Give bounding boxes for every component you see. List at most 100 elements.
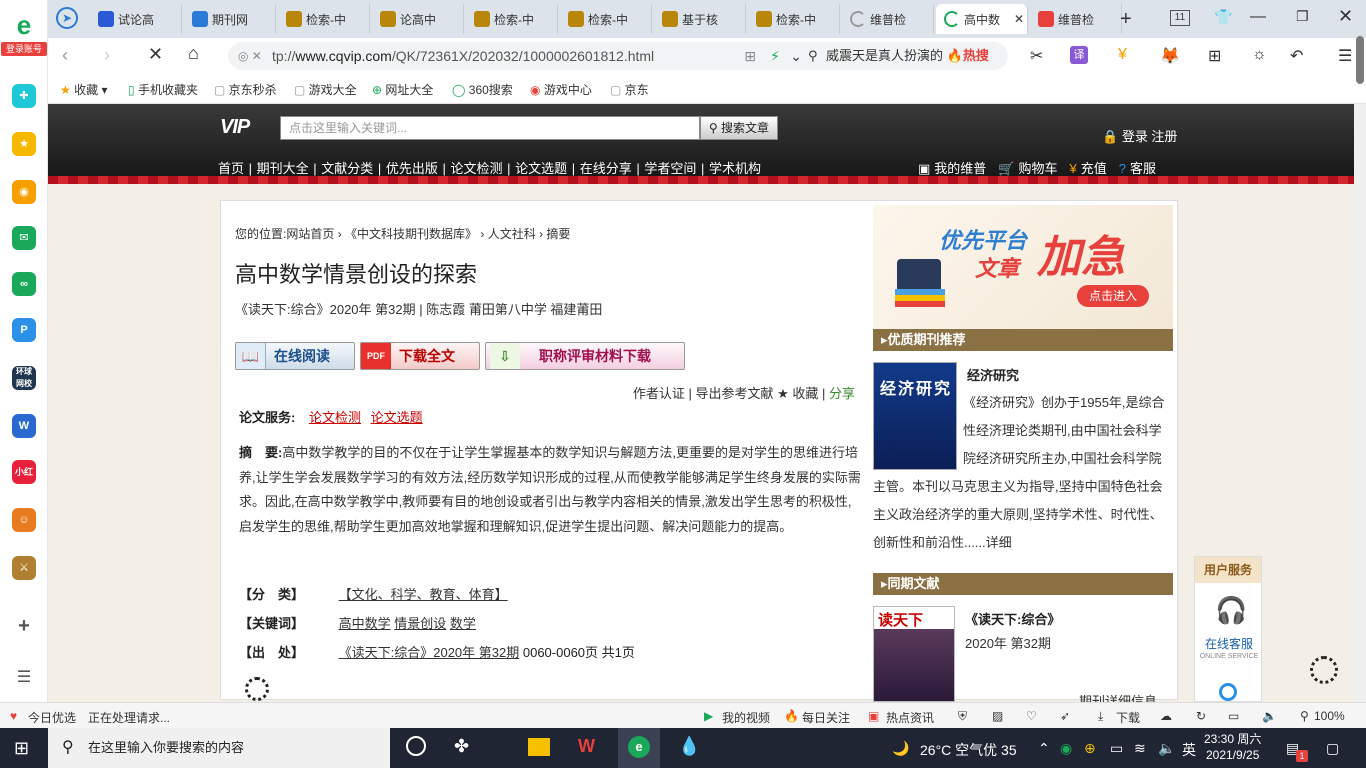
tray-plus-icon[interactable]: ⊕ [1084,740,1096,757]
pinwheel-app-icon[interactable]: ✤ [454,736,469,757]
fox-icon[interactable]: 🦊 [1160,46,1180,66]
bookmark-item[interactable]: ▢ 京东 [610,81,649,98]
breadcrumb-item[interactable]: 网站首页 [286,227,334,241]
tab-9[interactable]: 高中数 ✕ [936,4,1028,34]
apps-grid-icon[interactable]: ⊞ [1208,46,1221,66]
share-link[interactable]: 分享 [829,386,855,401]
nav-item[interactable]: 优先出版 [386,161,438,176]
shield-icon[interactable]: ⛨ [958,709,967,724]
xiaohongshu-icon[interactable]: 小红 [12,460,36,484]
keyword-link[interactable]: 高中数学 [339,616,391,631]
menu-icon[interactable]: ☰ [12,666,36,690]
scissors-icon[interactable]: ✂ [1030,46,1043,66]
back-icon[interactable]: ‹ [62,45,68,66]
cloud-icon[interactable]: ☁ [1160,709,1172,723]
rocket-icon[interactable]: ➶ [1060,709,1070,723]
nav-item[interactable]: 论文选题 [515,161,567,176]
forward-icon[interactable]: › [104,45,110,66]
volume-icon[interactable]: 🔈 [1262,709,1277,723]
translate-icon[interactable]: 译 [1070,46,1088,64]
zoom-level[interactable]: 100% [1314,709,1345,723]
link-icon[interactable]: ∞ [12,272,36,296]
close-tab-icon[interactable]: ✕ [1014,12,1024,26]
tab-3[interactable]: 论高中 [372,4,464,34]
minimize-icon[interactable]: — [1250,8,1266,26]
wifi-icon[interactable]: ≋ [1134,740,1146,757]
qr-icon[interactable]: ⊞ [744,42,756,70]
issue-cover[interactable]: 读天下 [873,606,955,702]
category-link[interactable]: 【文化、科学、教育、体育】 [339,587,508,602]
browser-logo-icon[interactable]: e [6,8,42,44]
nav-item[interactable]: 在线分享 [580,161,632,176]
battery-icon[interactable]: ▭ [1110,740,1123,757]
wps-icon[interactable]: W [578,736,595,757]
drop-app-icon[interactable]: 💧 [678,736,700,757]
undo-icon[interactable]: ↶ [1290,46,1303,66]
nav-item[interactable]: 期刊大全 [257,161,309,176]
page-scrollbar[interactable] [1354,104,1366,702]
download-link[interactable]: 下载 [1116,709,1140,726]
download-fulltext-button[interactable]: PDF 下载全文 [360,342,480,370]
game-app-icon[interactable]: 环球 网校 [12,366,36,390]
new-tab-icon[interactable]: + [1120,8,1132,31]
file-explorer-icon[interactable] [528,738,550,756]
issue-name[interactable]: 《读天下:综合》 [965,609,1060,628]
source-link[interactable]: 《读天下:综合》2020年 第32期 [339,645,520,660]
restore-icon[interactable]: ❐ [1296,8,1309,25]
site-search-input[interactable]: 点击这里输入关键词... [280,116,700,140]
service-link-topic[interactable]: 论文选题 [371,410,423,425]
word-app-icon[interactable]: W [12,414,36,438]
speaker-icon[interactable]: 🔈 [1158,740,1175,757]
navigate-icon[interactable]: ➤ [56,7,78,29]
journal-name[interactable]: 经济研究 [967,365,1019,384]
my-video-link[interactable]: 我的视频 [722,709,770,726]
windows-start-icon[interactable]: ⊞ [14,738,29,759]
user-nav-item[interactable]: 我的维普 [934,161,986,176]
ad-enter-button[interactable]: 点击进入 [1077,285,1149,307]
window-icon[interactable]: ▭ [1228,709,1239,723]
task-view-icon[interactable] [406,736,426,756]
refresh-icon[interactable]: ↻ [1196,709,1206,723]
login-account-button[interactable]: 登录账号 [1,42,47,56]
tab-7[interactable]: 检索-中 [748,4,840,34]
tab-2[interactable]: 检索-中 [278,4,370,34]
author-actions-links[interactable]: 作者认证 | 导出参考文献 ★ 收藏 | [633,386,825,401]
tab-5[interactable]: 检索-中 [560,4,652,34]
hot-search-badge[interactable]: 🔥热搜 [947,48,989,63]
user-nav-item[interactable]: 充值 [1081,161,1107,176]
scrollbar-thumb[interactable] [1356,36,1364,84]
bookmark-item[interactable]: ⊕ 网址大全 [372,81,433,98]
priority-publish-ad[interactable]: 优先平台 文章 加急 点击进入 [873,205,1173,329]
bookmark-item[interactable]: ◯ 360搜索 [452,81,513,98]
tab-10[interactable]: 维普检 [1030,4,1122,34]
favorites-star-icon[interactable]: ★ [12,132,36,156]
weather-text[interactable]: 26°C 空气优 35 [920,740,1017,760]
bookmark-item[interactable]: ▢ 京东秒杀 [214,81,277,98]
chevron-down-icon[interactable]: ▾ [98,83,107,97]
chat-icon[interactable] [1219,683,1237,701]
login-register-link[interactable]: 🔒 登录 注册 [1102,126,1177,145]
keyword-link[interactable]: 情景创设 [394,616,446,631]
service-link-check[interactable]: 论文检测 [309,410,361,425]
hot-news-link[interactable]: 热点资讯 [886,709,934,726]
tab-0[interactable]: 试论高 [90,4,182,34]
game2-icon[interactable]: ☺ [12,508,36,532]
notification-center-icon[interactable]: ▢ [1326,740,1339,757]
game3-icon[interactable]: ⚔ [12,556,36,580]
ime-lang[interactable]: 英 [1182,740,1196,760]
pdf-app-icon[interactable]: P [12,318,36,342]
user-nav-item[interactable]: 客服 [1130,161,1156,176]
coin-icon[interactable]: ¥ [1118,46,1127,64]
speed-icon[interactable]: ⚡ [770,42,780,70]
close-window-icon[interactable]: ✕ [1338,6,1353,27]
stop-icon[interactable]: ✕ [148,44,163,65]
bookmark-item[interactable]: ▢ 游戏大全 [294,81,357,98]
clock[interactable]: 23:30 周六 2021/9/25 [1204,731,1261,763]
image-icon[interactable]: ▨ [992,709,1003,723]
mail-icon[interactable]: ✉ [12,226,36,250]
bookmark-item[interactable]: ▯ 手机收藏夹 [128,81,198,98]
weibo-icon[interactable]: ◉ [12,180,36,204]
taskbar-search-input[interactable]: ⚲ 在这里输入你要搜索的内容 [48,728,390,768]
tab-1[interactable]: 期刊网 [184,4,276,34]
breadcrumb-item[interactable]: 人文社科 [488,227,536,241]
